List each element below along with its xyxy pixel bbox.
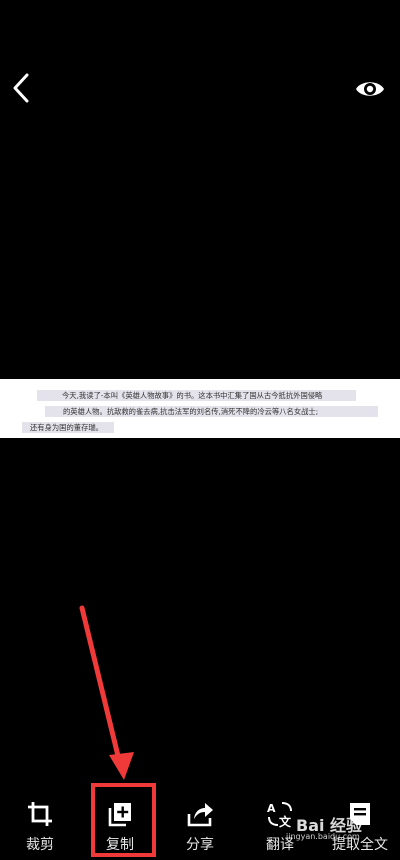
crop-button[interactable]: 裁剪 — [0, 780, 80, 860]
svg-text:A: A — [267, 802, 276, 815]
top-bar — [0, 0, 400, 120]
highlight-box — [91, 783, 156, 857]
document-line[interactable]: 今天,我读了-本叫《英雄人物故事》的书。这本书中汇集了国从古今抵抗外国侵略 — [37, 390, 356, 401]
preview-button[interactable] — [353, 74, 387, 104]
back-button[interactable] — [6, 70, 38, 106]
scanned-text-image: 今天,我读了-本叫《英雄人物故事》的书。这本书中汇集了国从古今抵抗外国侵略 的英… — [0, 379, 400, 438]
document-line[interactable]: 的英雄人物。抗敌救的雀去病,抗击法军的刘名传,消死不降的冷云等八名女战士; — [45, 406, 378, 417]
share-button[interactable]: 分享 — [160, 780, 240, 860]
watermark: Bai 经验 jingyan.baidu.com — [286, 812, 396, 844]
chevron-left-icon — [13, 73, 29, 103]
crop-icon — [28, 802, 52, 826]
watermark-url: jingyan.baidu.com — [286, 832, 360, 841]
crop-label: 裁剪 — [26, 837, 54, 853]
eye-icon — [356, 82, 384, 96]
document-line[interactable]: 还有身为国的董存瑞。 — [22, 422, 114, 433]
share-label: 分享 — [186, 837, 214, 853]
share-icon — [187, 803, 213, 827]
